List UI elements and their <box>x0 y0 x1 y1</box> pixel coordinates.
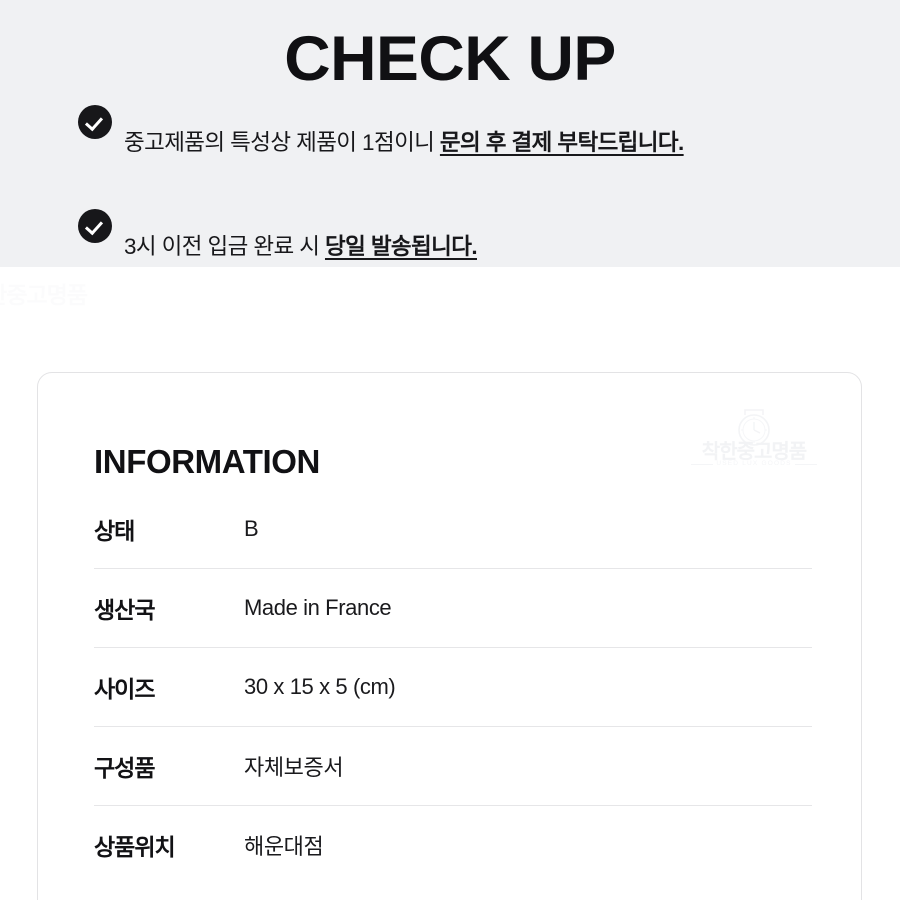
table-row: 사이즈 30 x 15 x 5 (cm) <box>94 647 812 726</box>
checkup-item-1-emphasis: 문의 후 결제 부탁드립니다. <box>439 129 684 155</box>
row-value-location: 해운대점 <box>244 834 324 859</box>
checkup-item-2-text: 3시 이전 입금 완료 시 당일 발송됩니다. <box>124 230 868 264</box>
table-row: 구성품 자체보증서 <box>94 726 812 805</box>
checkup-section: CHECK UP 중고제품의 특성상 제품이 1점이니 문의 후 결제 부탁드립… <box>0 0 900 267</box>
corner-brand-watermark: 착한중고명품 <box>0 282 88 308</box>
row-value-components: 자체보증서 <box>244 755 344 780</box>
brand-watermark-name: 착한중고명품 <box>701 441 807 463</box>
row-label-origin: 생산국 <box>94 597 155 623</box>
product-detail-page: CHECK UP 중고제품의 특성상 제품이 1점이니 문의 후 결제 부탁드립… <box>0 0 900 900</box>
row-label-condition: 상태 <box>94 518 135 544</box>
table-row: 상태 B <box>94 490 812 568</box>
table-row: 생산국 Made in France <box>94 568 812 647</box>
row-value-size: 30 x 15 x 5 (cm) <box>244 674 396 699</box>
information-section: 착한중고명품 INFORMATION 착한중고명품 USED LUX GOODS <box>0 267 900 900</box>
information-table: 상태 B 생산국 Made in France 사이즈 30 x 15 x 5 … <box>94 490 812 884</box>
check-circle-icon <box>78 105 112 139</box>
table-row: 상품위치 해운대점 <box>94 805 812 884</box>
checkup-item-2-emphasis: 당일 발송됩니다. <box>324 233 478 259</box>
row-label-components: 구성품 <box>94 755 155 781</box>
checkup-item-1-text: 중고제품의 특성상 제품이 1점이니 문의 후 결제 부탁드립니다. <box>124 126 868 160</box>
checkup-item-2: 3시 이전 입금 완료 시 당일 발송됩니다. <box>78 207 868 267</box>
information-heading: INFORMATION <box>94 443 320 481</box>
wristwatch-icon <box>738 409 770 446</box>
checkup-title: CHECK UP <box>284 24 616 95</box>
information-card: INFORMATION 착한중고명품 USED LUX GOODS 상태 B 생… <box>37 372 862 900</box>
checkup-item-1-plain: 중고제품의 특성상 제품이 1점이니 <box>124 129 440 155</box>
brand-watermark-subtitle: USED LUX GOODS <box>691 460 817 468</box>
checkup-item-1: 중고제품의 특성상 제품이 1점이니 문의 후 결제 부탁드립니다. <box>78 103 868 182</box>
row-label-size: 사이즈 <box>94 676 155 702</box>
row-label-location: 상품위치 <box>94 834 176 860</box>
row-value-origin: Made in France <box>244 595 392 620</box>
checkup-list: 중고제품의 특성상 제품이 1점이니 문의 후 결제 부탁드립니다. 3시 이전… <box>78 103 868 267</box>
check-circle-icon <box>78 209 112 243</box>
row-value-condition: B <box>244 516 259 541</box>
brand-watermark: 착한중고명품 USED LUX GOODS <box>691 409 817 471</box>
checkup-item-2-plain: 3시 이전 입금 완료 시 <box>124 233 325 259</box>
